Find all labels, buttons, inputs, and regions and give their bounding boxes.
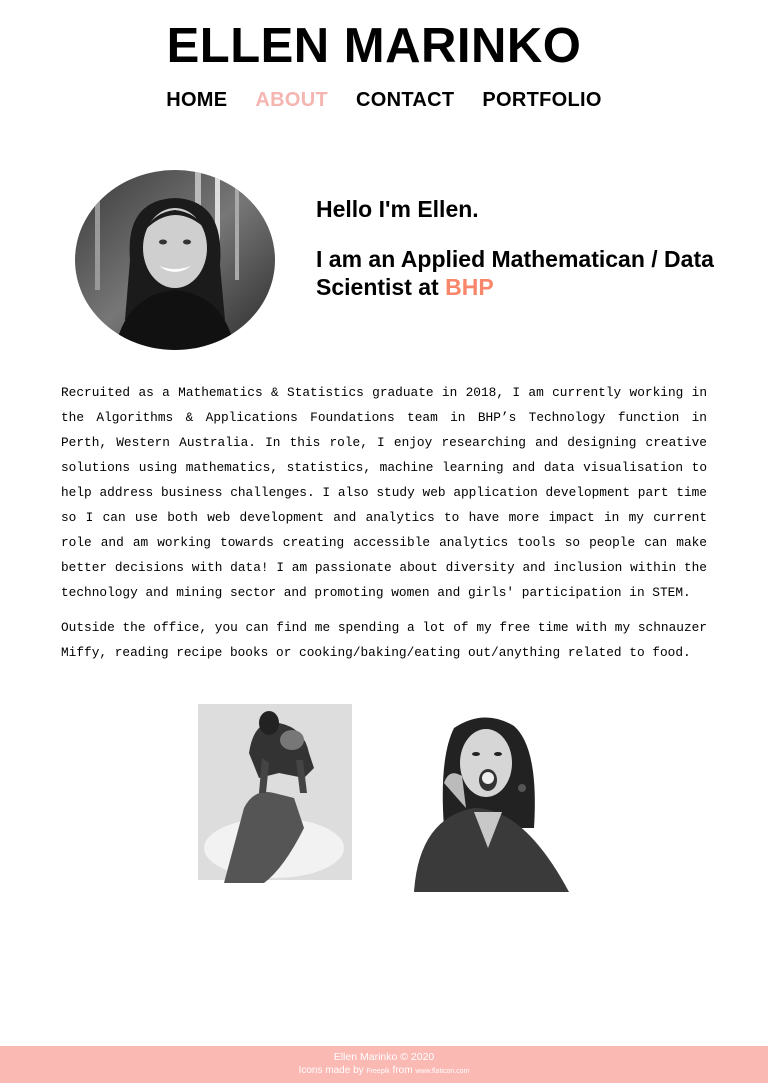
bio-paragraph-2: Outside the office, you can find me spen… bbox=[61, 620, 707, 660]
intro-role: I am an Applied Mathematican / Data Scie… bbox=[316, 245, 736, 301]
site-title: ELLEN MARINKO bbox=[166, 19, 582, 73]
nav-contact[interactable]: CONTACT bbox=[342, 89, 468, 112]
credits-from: from bbox=[392, 1065, 413, 1076]
nav-about[interactable]: ABOUT bbox=[241, 89, 342, 112]
bio-paragraph-1: Recruited as a Mathematics & Statistics … bbox=[61, 385, 707, 600]
intro-hello: Hello I'm Ellen. bbox=[316, 196, 479, 222]
bio: Recruited as a Mathematics & Statistics … bbox=[61, 380, 707, 675]
credits-prefix: Icons made by bbox=[298, 1065, 364, 1076]
nav-portfolio[interactable]: PORTFOLIO bbox=[468, 89, 615, 112]
footer-credits: Icons made by Freepik from www.flaticon.… bbox=[0, 1064, 768, 1078]
credits-author-link[interactable]: Freepik bbox=[366, 1068, 389, 1075]
company-link[interactable]: BHP bbox=[445, 274, 494, 300]
dog-photo bbox=[184, 698, 384, 888]
footer: Ellen Marinko © 2020 Icons made by Freep… bbox=[0, 1046, 768, 1083]
footer-copyright: Ellen Marinko © 2020 bbox=[333, 1051, 435, 1063]
intro: Hello I'm Ellen. I am an Applied Mathema… bbox=[316, 196, 736, 301]
intro-role-text: I am an Applied Mathematican / Data Scie… bbox=[316, 246, 714, 300]
main-nav: HOME ABOUT CONTACT PORTFOLIO bbox=[0, 89, 768, 112]
credits-site-link[interactable]: www.flaticon.com bbox=[415, 1068, 469, 1075]
nav-home[interactable]: HOME bbox=[152, 89, 241, 112]
profile-photo bbox=[75, 170, 275, 350]
food-photo bbox=[404, 708, 576, 892]
